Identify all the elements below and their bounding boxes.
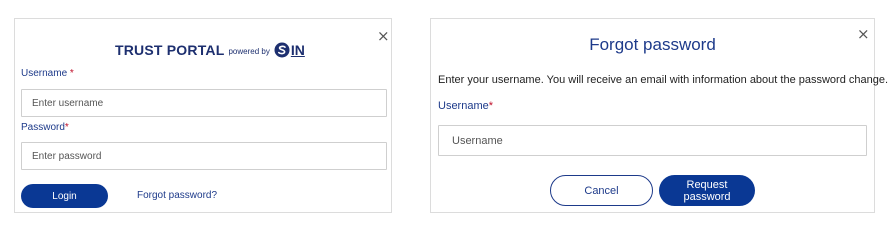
username-label: Username * xyxy=(21,68,74,79)
password-input[interactable] xyxy=(21,142,387,170)
brand-logo-text: IN xyxy=(290,42,305,58)
brand-powered-by: powered by xyxy=(228,47,270,56)
forgot-password-panel: × Forgot password Enter your username. Y… xyxy=(430,18,888,213)
request-password-button[interactable]: Request password xyxy=(659,175,755,206)
login-panel: × TRUST PORTAL powered by IN Username * … xyxy=(14,18,392,213)
username-label-text: Username xyxy=(21,68,68,79)
dialog-title: Forgot password xyxy=(589,35,716,54)
brand-title: TRUST PORTAL xyxy=(115,42,225,58)
forgot-password-link[interactable]: Forgot password? xyxy=(137,190,217,201)
s-circle-logo-icon xyxy=(274,42,290,58)
close-icon[interactable]: × xyxy=(377,29,390,44)
brand-logo: IN xyxy=(274,42,305,58)
dialog-description: Enter your username. You will receive an… xyxy=(438,74,889,86)
required-marker: * xyxy=(64,122,69,133)
login-button[interactable]: Login xyxy=(21,184,108,208)
required-marker: * xyxy=(69,68,74,79)
required-marker: * xyxy=(488,100,494,112)
username-label-text: Username xyxy=(438,100,489,112)
cancel-button[interactable]: Cancel xyxy=(550,175,653,206)
username-label: Username* xyxy=(438,100,493,112)
username-input[interactable] xyxy=(21,89,387,117)
password-label-text: Password xyxy=(21,122,65,133)
forgot-username-input[interactable] xyxy=(438,125,867,156)
password-label: Password* xyxy=(21,122,69,133)
brand-header: TRUST PORTAL powered by IN xyxy=(115,39,305,61)
